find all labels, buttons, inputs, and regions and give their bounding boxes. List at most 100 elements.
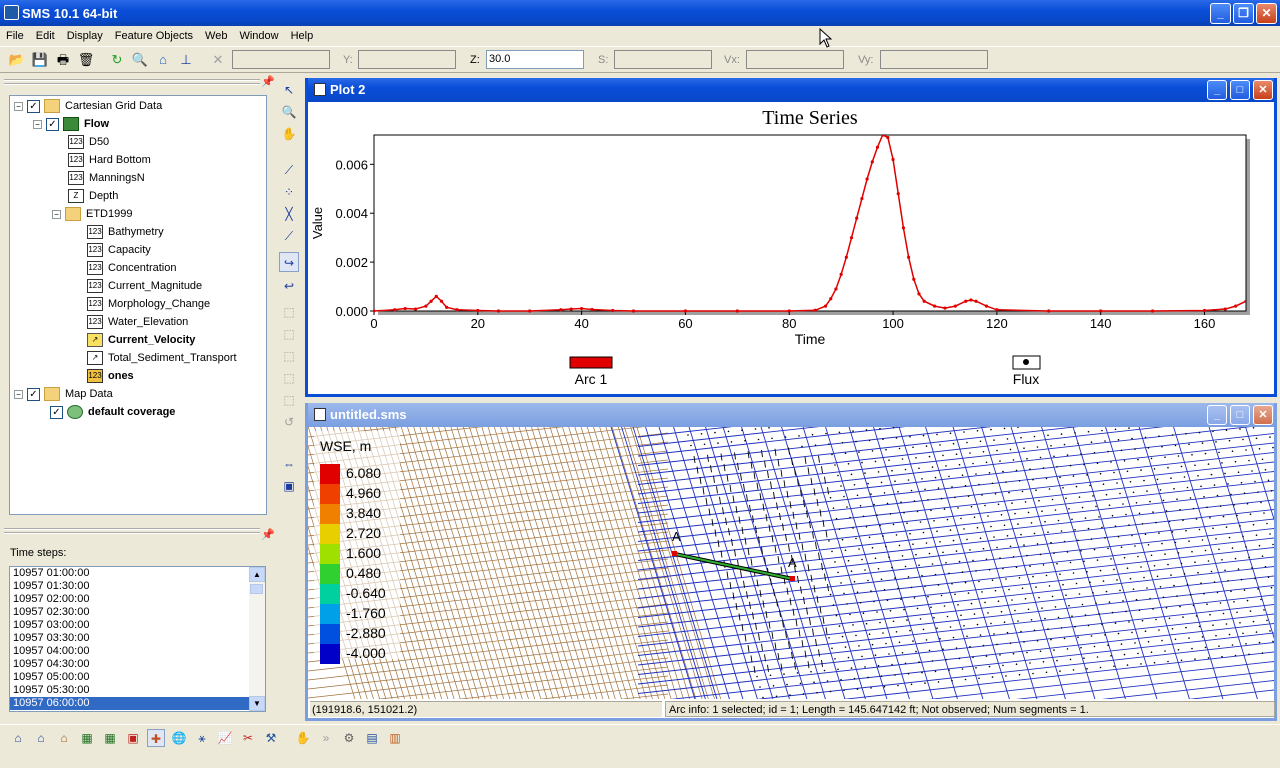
grid-module-icon[interactable]: ⌂	[32, 729, 50, 747]
particle-module-icon[interactable]: ✚	[147, 729, 165, 747]
tree-node-manningsn[interactable]: 123 ManningsN	[68, 169, 145, 187]
select-arc-icon[interactable]: ⟋	[279, 226, 299, 246]
menu-feature-objects[interactable]: Feature Objects	[109, 30, 199, 42]
panel-grip[interactable]	[4, 79, 260, 85]
tree-node-current-magnitude[interactable]: 123 Current_Magnitude	[87, 277, 202, 295]
tree-node-current-velocity[interactable]: ↗ Current_Velocity	[87, 331, 195, 349]
save-icon[interactable]: 💾	[31, 51, 49, 69]
minimize-icon[interactable]: _	[1207, 405, 1227, 425]
checkbox-checked-icon[interactable]: ✓	[50, 405, 63, 419]
collapse-icon[interactable]: −	[33, 119, 42, 129]
cell-select-icon[interactable]: ⬚	[279, 346, 299, 366]
select-feature-arc-icon[interactable]: ↪	[279, 252, 299, 272]
tree-node-map-data[interactable]: − ✓ Map Data	[14, 385, 113, 403]
timestep-item[interactable]: 10957 05:00:00	[10, 671, 265, 684]
step-icon[interactable]: »	[317, 729, 335, 747]
tree-node-cartesian-grid-data[interactable]: − ✓ Cartesian Grid Data	[14, 97, 162, 115]
menu-file[interactable]: File	[0, 30, 30, 42]
print-icon[interactable]: 🖶	[54, 51, 72, 69]
panel-grip[interactable]	[4, 528, 260, 534]
tool-icon[interactable]: ✂	[239, 729, 257, 747]
menu-window[interactable]: Window	[233, 30, 284, 42]
timestep-item[interactable]: 10957 02:30:00	[10, 606, 265, 619]
arc-group-icon[interactable]: ↩	[279, 276, 299, 296]
close-icon[interactable]: ✕	[1256, 3, 1277, 24]
tree-node-morphology-change[interactable]: 123 Morphology_Change	[87, 295, 210, 313]
collapse-icon[interactable]: −	[14, 101, 23, 111]
tree-node-flow[interactable]: − ✓ Flow	[33, 115, 109, 133]
collapse-icon[interactable]: −	[52, 209, 61, 219]
report-icon[interactable]: ▤	[363, 729, 381, 747]
chart-icon[interactable]: ▥	[386, 729, 404, 747]
zoom-tool-icon[interactable]: 🔍	[279, 102, 299, 122]
timestep-item[interactable]: 10957 02:00:00	[10, 593, 265, 606]
select-vertex-icon[interactable]: ⁘	[279, 182, 299, 202]
pin-icon[interactable]: 📌	[261, 75, 275, 88]
frame-icon[interactable]: 🔍	[131, 51, 149, 69]
menu-edit[interactable]: Edit	[30, 30, 61, 42]
timestep-item[interactable]: 10957 05:30:00	[10, 684, 265, 697]
minimize-icon[interactable]: _	[1207, 80, 1227, 100]
tree-node-bathymetry[interactable]: 123 Bathymetry	[87, 223, 164, 241]
create-feature-point-icon[interactable]: ⟋	[279, 160, 299, 180]
scatter-module-icon[interactable]: ⌂	[55, 729, 73, 747]
minimize-icon[interactable]: _	[1210, 3, 1231, 24]
tree-node-capacity[interactable]: 123 Capacity	[87, 241, 151, 259]
timestep-item[interactable]: 10957 06:00:00	[10, 697, 265, 710]
tree-node-d50[interactable]: 123 D50	[68, 133, 109, 151]
x-field[interactable]	[232, 50, 330, 69]
vy-field[interactable]	[880, 50, 988, 69]
plot-window-titlebar[interactable]: Plot 2 _ □ ✕	[308, 78, 1274, 102]
rotate-icon[interactable]: ↺	[279, 412, 299, 432]
timestep-item[interactable]: 10957 04:00:00	[10, 645, 265, 658]
grid-frame-icon[interactable]: ⬚	[279, 324, 299, 344]
y-field[interactable]	[358, 50, 456, 69]
refresh-icon[interactable]: ↻	[108, 51, 126, 69]
hand-icon[interactable]: ✋	[294, 729, 312, 747]
grid-view-canvas[interactable]: WSE, m 6.080 4.960 3.840 2.720 1.600 0.480 -0.6…	[308, 427, 1274, 699]
maximize-icon[interactable]: □	[1230, 405, 1250, 425]
tree-node-ones[interactable]: 123 ones	[87, 367, 134, 385]
column-select-icon[interactable]: ⬚	[279, 390, 299, 410]
vx-field[interactable]	[746, 50, 844, 69]
s-field[interactable]	[614, 50, 712, 69]
z-field[interactable]: 30.0	[486, 50, 584, 69]
close-icon[interactable]: ✕	[1253, 405, 1273, 425]
tree-node-hard-bottom[interactable]: 123 Hard Bottom	[68, 151, 151, 169]
cartesian-grid-icon[interactable]: ▦	[78, 729, 96, 747]
contour-icon[interactable]: ⌂	[154, 51, 172, 69]
tree-node-etd1999[interactable]: − ETD1999	[52, 205, 132, 223]
create-arc-icon[interactable]: ╳	[279, 204, 299, 224]
timestep-item[interactable]: 10957 03:30:00	[10, 632, 265, 645]
display-options-icon[interactable]: ▣	[279, 476, 299, 496]
network-icon[interactable]: ⚹	[193, 729, 211, 747]
delete-icon[interactable]: 🗑	[77, 51, 95, 69]
timesteps-list[interactable]: 10957 01:00:00 10957 01:30:00 10957 02:00:…	[9, 566, 266, 712]
checkbox-checked-icon[interactable]: ✓	[46, 117, 59, 131]
timestep-item[interactable]: 10957 01:00:00	[10, 567, 265, 580]
menu-help[interactable]: Help	[285, 30, 320, 42]
menu-web[interactable]: Web	[199, 30, 233, 42]
open-icon[interactable]: 📂	[8, 51, 26, 69]
scroll-down-icon[interactable]: ▼	[249, 696, 265, 711]
tree-node-default-coverage[interactable]: ✓ default coverage	[50, 403, 175, 421]
polygon-tool-icon[interactable]: ⬚	[279, 302, 299, 322]
mesh-module-icon[interactable]: ⌂	[9, 729, 27, 747]
checkbox-checked-icon[interactable]: ✓	[27, 99, 40, 113]
plot-icon[interactable]: 📈	[216, 729, 234, 747]
timestep-item[interactable]: 10957 04:30:00	[10, 658, 265, 671]
checkbox-checked-icon[interactable]: ✓	[27, 387, 40, 401]
map-window-titlebar[interactable]: untitled.sms _ □ ✕	[308, 403, 1274, 427]
tree-node-water-elevation[interactable]: 123 Water_Elevation	[87, 313, 188, 331]
timestep-item[interactable]: 10957 03:00:00	[10, 619, 265, 632]
tree-node-total-sediment-transport[interactable]: ↗ Total_Sediment_Transport	[87, 349, 237, 367]
tree-node-concentration[interactable]: 123 Concentration	[87, 259, 177, 277]
options-icon[interactable]: ⚙	[340, 729, 358, 747]
pin-icon[interactable]: 📌	[261, 528, 275, 541]
row-select-icon[interactable]: ⬚	[279, 368, 299, 388]
timestep-item[interactable]: 10957 01:30:00	[10, 580, 265, 593]
scroll-up-icon[interactable]: ▲	[249, 567, 265, 582]
globe-icon[interactable]: 🌐	[170, 729, 188, 747]
axis-icon[interactable]: ⊥	[177, 51, 195, 69]
select-tool-icon[interactable]: ↖	[279, 80, 299, 100]
